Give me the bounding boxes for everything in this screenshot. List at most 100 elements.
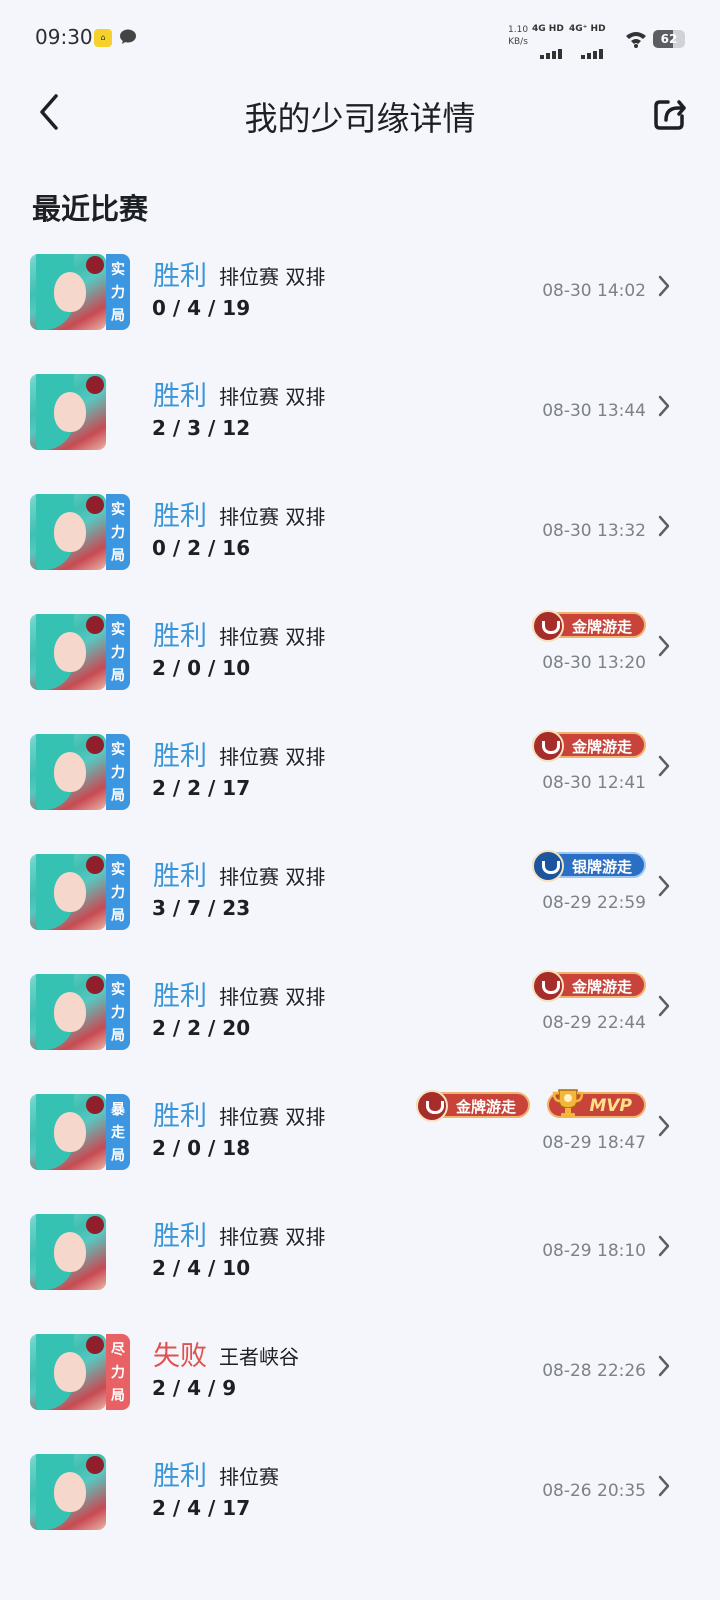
mode-tag-char: 局 <box>111 907 125 924</box>
medal-emblem-icon <box>531 610 564 642</box>
network-speed-value: 1.10 <box>508 25 529 35</box>
match-result: 胜利 <box>153 1221 207 1252</box>
hero-avatar-group: 实力局 <box>30 614 132 690</box>
match-row[interactable]: 尽力局失败 王者峡谷 2 / 4 / 9 08-28 22:26 <box>0 1328 720 1438</box>
notification-app-icon: ⌂ <box>94 29 112 47</box>
match-row[interactable]: 胜利 排位赛 2 / 4 / 17 08-26 20:35 <box>0 1448 720 1558</box>
signal-bars-1-icon <box>540 40 564 59</box>
chevron-right-icon[interactable] <box>656 274 672 298</box>
header: 我的少司缘详情 <box>0 74 720 154</box>
chevron-right-icon[interactable] <box>656 514 672 538</box>
status-bar: 09:30 ⌂ 1.10 KB/s 4G HD 4G⁺ HD 62 <box>0 0 720 74</box>
chevron-right-icon[interactable] <box>656 634 672 658</box>
mode-tag-char: 尽 <box>111 1342 125 1359</box>
chevron-right-icon[interactable] <box>656 874 672 898</box>
mode-tag-char: 力 <box>111 644 125 661</box>
match-mode: 排位赛 双排 <box>219 385 326 409</box>
match-result: 胜利 <box>153 621 207 652</box>
medal-badge-label: 金牌游走 <box>571 738 632 756</box>
trophy-icon <box>553 1089 584 1117</box>
mode-tag-char: 局 <box>111 307 125 324</box>
hero-avatar-group: 实力局 <box>30 854 132 930</box>
chevron-right-icon[interactable] <box>656 394 672 418</box>
match-time: 08-30 13:44 <box>542 401 646 421</box>
hero-avatar <box>30 734 106 810</box>
match-row[interactable]: 实力局胜利 排位赛 双排 3 / 7 / 23 银牌游走 08-29 22:59 <box>0 848 720 958</box>
match-time: 08-29 18:10 <box>542 1241 646 1261</box>
match-result: 胜利 <box>153 381 207 412</box>
signal-label-1: 4G HD <box>532 24 564 34</box>
message-icon <box>120 29 136 44</box>
match-mode-tag: 实力局 <box>106 494 130 570</box>
mvp-badge-label: MVP <box>589 1096 632 1116</box>
mode-tag-char: 局 <box>111 787 125 804</box>
chevron-right-icon[interactable] <box>656 1114 672 1138</box>
page-title: 我的少司缘详情 <box>244 99 476 138</box>
battery-level: 62 <box>660 32 678 46</box>
hero-avatar <box>30 494 106 570</box>
mode-tag-char: 走 <box>111 1124 125 1141</box>
hero-avatar <box>30 974 106 1050</box>
match-mode: 排位赛 <box>219 1465 279 1489</box>
match-time: 08-29 22:59 <box>542 893 646 913</box>
chevron-right-icon[interactable] <box>656 994 672 1018</box>
match-row[interactable]: 暴走局胜利 排位赛 双排 2 / 0 / 18 MVP 金牌游走 08-29 18:47 <box>0 1088 720 1198</box>
match-mode: 王者峡谷 <box>219 1345 299 1369</box>
match-mode: 排位赛 双排 <box>219 505 326 529</box>
mode-tag-char: 实 <box>111 622 125 639</box>
chevron-right-icon[interactable] <box>656 1474 672 1498</box>
mode-tag-char: 力 <box>111 284 125 301</box>
match-mode: 排位赛 双排 <box>219 865 326 889</box>
gold-medal-badge: 金牌游走 <box>531 970 646 1002</box>
medal-badge-label: 银牌游走 <box>571 858 632 876</box>
mode-tag-char: 力 <box>111 524 125 541</box>
match-row[interactable]: 实力局胜利 排位赛 双排 0 / 4 / 19 08-30 14:02 <box>0 248 720 358</box>
match-kda: 2 / 0 / 10 <box>152 656 251 680</box>
match-time: 08-30 13:20 <box>542 653 646 673</box>
mode-tag-char: 局 <box>111 1387 125 1404</box>
battery-icon: 62 <box>653 30 685 48</box>
share-button[interactable] <box>652 96 688 132</box>
hero-avatar-group <box>30 1214 132 1290</box>
match-result: 胜利 <box>153 741 207 772</box>
section-title-recent-matches: 最近比赛 <box>32 192 149 226</box>
match-row[interactable]: 实力局胜利 排位赛 双排 0 / 2 / 16 08-30 13:32 <box>0 488 720 598</box>
hero-avatar <box>30 1334 106 1410</box>
chevron-right-icon[interactable] <box>656 1234 672 1258</box>
status-time: 09:30 <box>35 25 93 49</box>
match-mode-tag: 实力局 <box>106 734 130 810</box>
match-row[interactable]: 实力局胜利 排位赛 双排 2 / 0 / 10 金牌游走 08-30 13:20 <box>0 608 720 718</box>
mode-tag-char: 实 <box>111 982 125 999</box>
wifi-icon <box>626 32 646 48</box>
match-mode: 排位赛 双排 <box>219 625 326 649</box>
signal-bars-2-icon <box>581 40 605 59</box>
match-time: 08-30 13:32 <box>542 521 646 541</box>
mode-tag-char: 实 <box>111 742 125 759</box>
mode-tag-char: 实 <box>111 262 125 279</box>
match-result: 胜利 <box>153 501 207 532</box>
match-mode-tag: 实力局 <box>106 254 130 330</box>
medal-emblem-icon <box>531 730 564 762</box>
mode-tag-char: 力 <box>111 884 125 901</box>
match-mode-tag: 实力局 <box>106 614 130 690</box>
match-kda: 2 / 2 / 20 <box>152 1016 251 1040</box>
network-speed-unit: KB/s <box>508 37 528 47</box>
hero-avatar-group: 暴走局 <box>30 1094 132 1170</box>
hero-avatar-group: 尽力局 <box>30 1334 132 1410</box>
mode-tag-char: 实 <box>111 862 125 879</box>
chevron-right-icon[interactable] <box>656 754 672 778</box>
match-row[interactable]: 胜利 排位赛 双排 2 / 3 / 12 08-30 13:44 <box>0 368 720 478</box>
match-kda: 2 / 3 / 12 <box>152 416 251 440</box>
mvp-badge: MVP <box>547 1089 646 1118</box>
hero-avatar-group <box>30 1454 132 1530</box>
chevron-right-icon[interactable] <box>656 1354 672 1378</box>
gold-medal-badge: 金牌游走 <box>415 1090 530 1122</box>
silver-medal-badge: 银牌游走 <box>531 850 646 882</box>
match-row[interactable]: 实力局胜利 排位赛 双排 2 / 2 / 20 金牌游走 08-29 22:44 <box>0 968 720 1078</box>
match-row[interactable]: 实力局胜利 排位赛 双排 2 / 2 / 17 金牌游走 08-30 12:41 <box>0 728 720 838</box>
match-time: 08-29 22:44 <box>542 1013 646 1033</box>
match-row[interactable]: 胜利 排位赛 双排 2 / 4 / 10 08-29 18:10 <box>0 1208 720 1318</box>
match-kda: 2 / 0 / 18 <box>152 1136 251 1160</box>
hero-avatar <box>30 854 106 930</box>
match-kda: 0 / 4 / 19 <box>152 296 251 320</box>
